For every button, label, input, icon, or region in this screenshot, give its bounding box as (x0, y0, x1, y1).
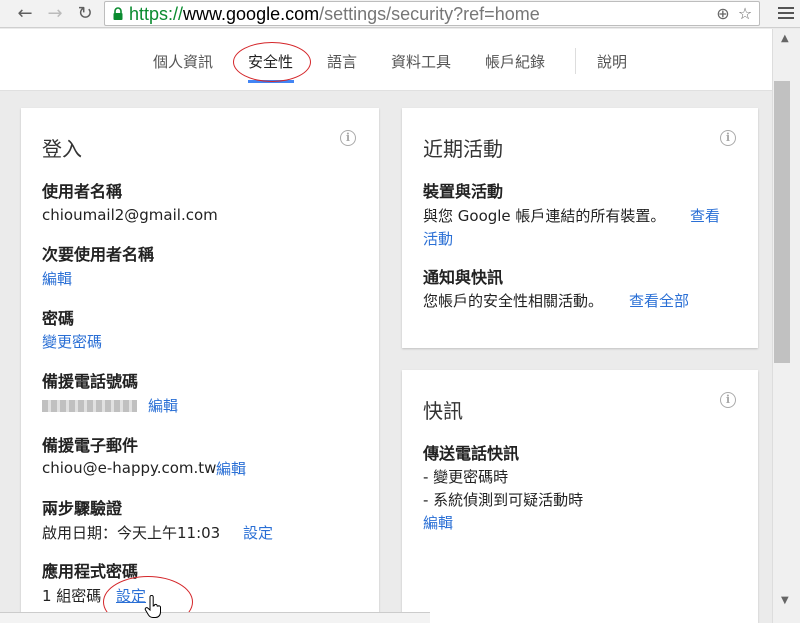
tab-data-tools[interactable]: 資料工具 (391, 51, 451, 72)
alert-item: - 變更密碼時 (423, 468, 509, 486)
backup-email-edit-link[interactable]: 編輯 (216, 458, 246, 479)
secondary-username-label: 次要使用者名稱 (42, 245, 155, 264)
view-activity-link[interactable]: 查看 (690, 205, 720, 226)
app-password-label: 應用程式密碼 (42, 562, 139, 581)
alerts-edit-link[interactable]: 編輯 (423, 512, 453, 533)
lock-icon (113, 7, 123, 20)
reload-icon[interactable]: ↻ (74, 3, 96, 25)
app-password-value: 1 組密碼 (42, 587, 102, 605)
tab-personal-info[interactable]: 個人資訊 (153, 51, 213, 72)
view-all-link[interactable]: 查看全部 (629, 290, 689, 311)
forward-arrow-icon[interactable]: → (44, 3, 66, 25)
back-arrow-icon[interactable]: ← (14, 3, 36, 25)
secondary-username-edit-link[interactable]: 編輯 (42, 268, 72, 289)
alerts-title: 快訊 (423, 399, 463, 423)
tab-language[interactable]: 語言 (327, 51, 357, 72)
phone-alerts-label: 傳送電話快訊 (423, 444, 520, 463)
info-icon[interactable]: i (720, 392, 736, 408)
scroll-up-arrow-icon[interactable]: ▲ (781, 33, 789, 44)
url-host: www.google.com (183, 4, 320, 24)
alerts-card: 快訊 i 傳送電話快訊 - 變更密碼時 - 系統偵測到可疑活動時 編輯 (402, 370, 758, 623)
notifications-text: 您帳戶的安全性相關活動。 (423, 292, 604, 310)
recent-activity-card: 近期活動 i 裝置與活動 與您 Google 帳戶連結的所有裝置。 查看 活動 … (402, 108, 758, 348)
alert-item: - 系統偵測到可疑活動時 (423, 491, 584, 509)
hand-cursor-icon (144, 595, 161, 618)
two-step-label: 兩步驟驗證 (42, 499, 123, 518)
signin-card-title: 登入 (42, 137, 82, 161)
username-label: 使用者名稱 (42, 182, 123, 201)
url-text: https://www.google.com/settings/security… (129, 3, 540, 25)
url-path: /settings/security?ref=home (319, 4, 540, 24)
menu-icon[interactable] (778, 5, 794, 21)
two-step-setup-link[interactable]: 設定 (243, 522, 273, 543)
change-password-link[interactable]: 變更密碼 (42, 331, 102, 352)
info-icon[interactable]: i (340, 130, 356, 146)
recent-activity-title: 近期活動 (423, 137, 503, 161)
backup-email-value: chiou@e-happy.com.tw (42, 459, 217, 477)
devices-label: 裝置與活動 (423, 182, 504, 201)
two-step-value: 啟用日期：今天上午11:03 (42, 524, 221, 542)
signin-card: 登入 i 使用者名稱 chioumail2@gmail.com 次要使用者名稱 … (21, 108, 379, 623)
backup-email-label: 備援電子郵件 (42, 436, 139, 455)
password-label: 密碼 (42, 309, 75, 328)
tab-help[interactable]: 說明 (597, 51, 627, 72)
address-bar[interactable]: https://www.google.com/settings/security… (104, 1, 760, 26)
scrollbar-thumb[interactable] (774, 81, 790, 363)
zoom-icon[interactable]: ⊕ (714, 5, 732, 23)
redacted-phone-number (42, 400, 137, 412)
browser-toolbar: ← → ↻ https://www.google.com/settings/se… (0, 0, 800, 28)
vertical-scrollbar[interactable]: ▲ ▼ (772, 29, 800, 623)
backup-phone-edit-link[interactable]: 編輯 (148, 395, 178, 416)
status-bar (0, 612, 430, 623)
tab-divider (575, 48, 576, 74)
username-value: chioumail2@gmail.com (42, 206, 218, 224)
star-icon[interactable]: ☆ (736, 5, 754, 23)
info-icon[interactable]: i (720, 130, 736, 146)
tab-account-history[interactable]: 帳戶紀錄 (485, 51, 545, 72)
scroll-down-arrow-icon[interactable]: ▼ (781, 595, 789, 606)
notifications-label: 通知與快訊 (423, 268, 504, 287)
annotation-circle-security-tab (233, 42, 311, 82)
settings-tab-bar: 個人資訊 安全性 語言 資料工具 帳戶紀錄 說明 (0, 29, 772, 91)
devices-text: 與您 Google 帳戶連結的所有裝置。 (423, 207, 666, 225)
view-activity-link-cont[interactable]: 活動 (423, 228, 453, 249)
backup-phone-label: 備援電話號碼 (42, 372, 139, 391)
url-scheme: https:// (129, 4, 184, 24)
